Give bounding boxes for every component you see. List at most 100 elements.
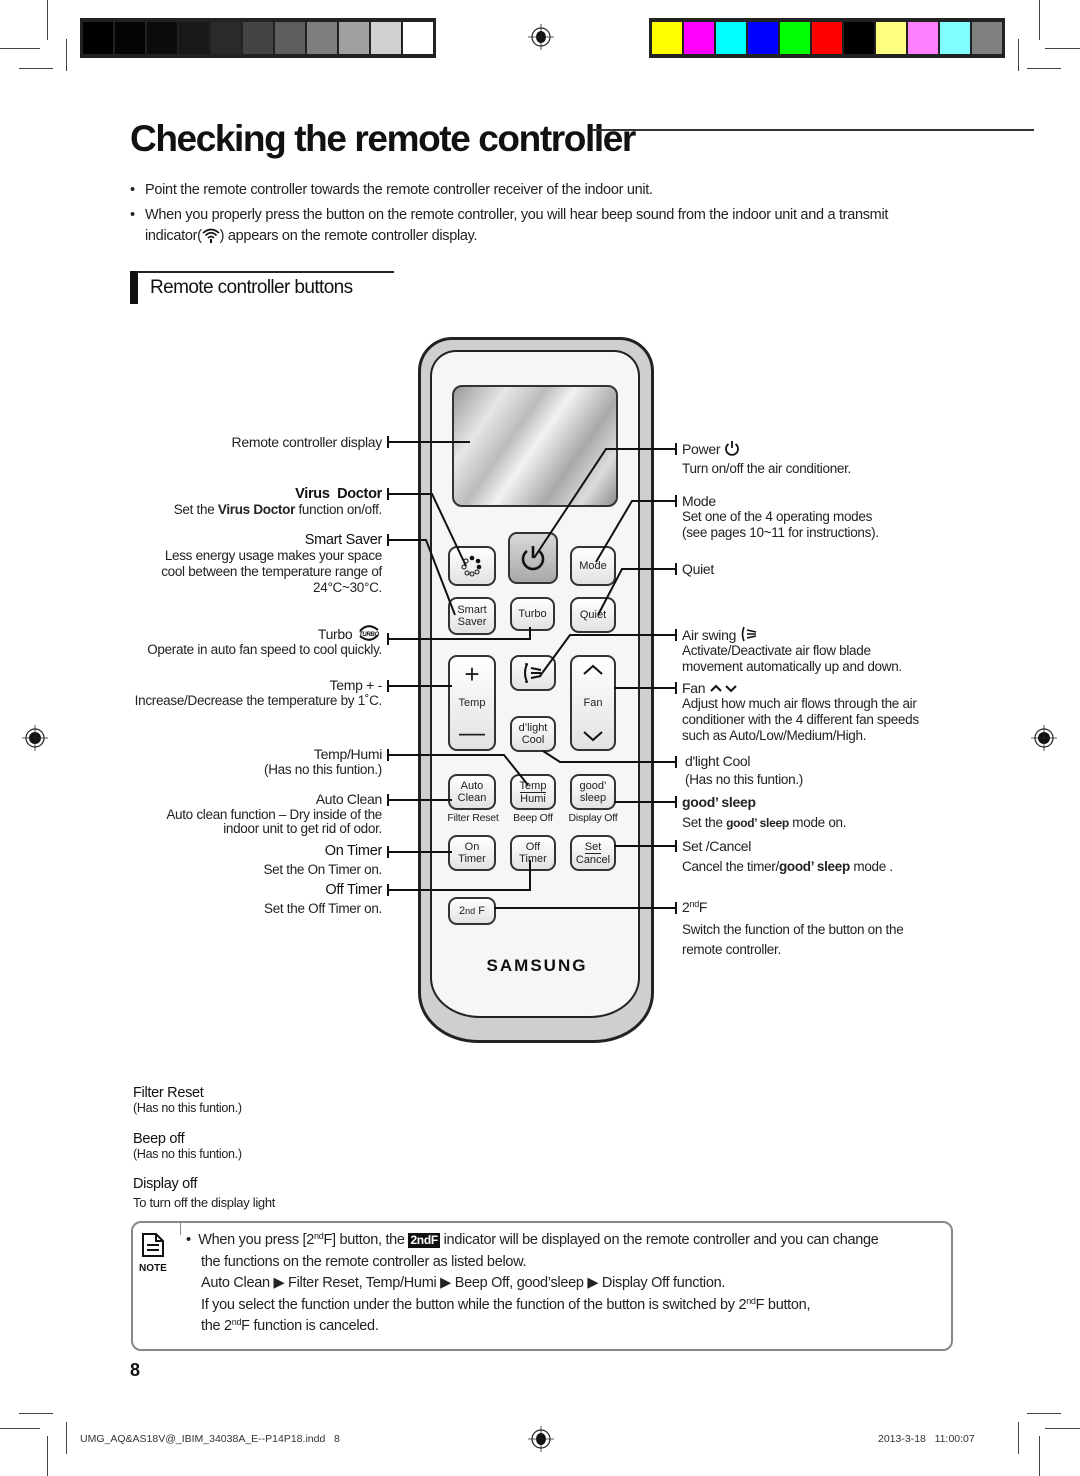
button-label-line: Smart: [457, 604, 487, 616]
label-air-swing: Air swing Activate/Deactivate air flow b…: [682, 626, 902, 675]
label-temp: Temp + - Increase/Decrease the temperatu…: [134, 677, 383, 709]
smart-saver-button[interactable]: Smart Saver: [448, 597, 496, 635]
button-label: F: [475, 905, 485, 917]
color-swatch: [876, 22, 906, 54]
label-display-off: Display off To turn off the display ligh…: [133, 1176, 275, 1210]
page-title: Checking the remote controller: [130, 118, 636, 159]
desc-bold: good’ sleep: [778, 859, 850, 874]
filter-reset-label: Filter Reset: [447, 812, 499, 824]
label-name: Remote controller display: [231, 434, 383, 450]
color-swatch: [716, 22, 746, 54]
temp-button[interactable]: + Temp —: [448, 655, 496, 751]
chevron-up-icon: [583, 664, 603, 675]
label-dlight-cool: d'light Cool (Has no this funtion.): [685, 753, 803, 788]
crop-mark: [19, 1413, 53, 1414]
label-turbo: Turbo TURBO Operate in auto fan speed to…: [147, 624, 382, 658]
turbo-button-label: Turbo: [518, 608, 547, 620]
bullet-dot: •: [130, 207, 135, 223]
note-line: • When you press [2ndF] button, the 2ndF…: [186, 1230, 946, 1252]
grayscale-calibration-bar: [80, 18, 436, 58]
color-swatch: [812, 22, 842, 54]
note-line: the functions on the remote controller a…: [201, 1253, 527, 1270]
note-sup: nd: [746, 1295, 756, 1306]
label-desc: Set the Off Timer on.: [263, 901, 382, 916]
label-off-timer: Off Timer Set the Off Timer on.: [264, 882, 382, 917]
registration-mark-icon: [22, 725, 48, 751]
good-sleep-button[interactable]: good’ sleep: [570, 774, 616, 810]
color-swatch: [940, 22, 970, 54]
dlight-cool-button[interactable]: d’light Cool: [510, 716, 556, 752]
color-swatch: [652, 22, 682, 54]
label-desc: (see pages 10~11 for instructions).: [682, 525, 879, 540]
color-swatch: [684, 22, 714, 54]
label-quiet: Quiet: [682, 561, 714, 577]
note-label: NOTE: [139, 1263, 167, 1274]
crop-mark: [47, 1436, 48, 1476]
color-swatch: [307, 22, 337, 54]
label-name: Set /Cancel: [682, 838, 752, 854]
desc-text: Cancel the timer/: [682, 859, 779, 874]
label-desc: Adjust how much air flows through the ai…: [682, 696, 917, 711]
label-desc: Less energy usage makes your space: [164, 548, 382, 563]
label-name: Mode: [682, 493, 716, 509]
crop-mark: [1018, 1422, 1019, 1454]
note-bullet: •: [186, 1232, 199, 1248]
button-label-line: Timer: [458, 853, 486, 865]
label-desc: indoor unit to get rid of odor.: [223, 821, 382, 836]
quiet-button[interactable]: Quiet: [570, 597, 616, 633]
crop-mark: [0, 48, 40, 49]
second-function-button[interactable]: 2nd F: [448, 897, 496, 925]
bullet-text: When you properly press the button on th…: [145, 207, 889, 223]
slug-timestamp: 2013-3-18 11:00:07: [878, 1433, 975, 1445]
label-name: Power: [682, 441, 721, 457]
label-name: Filter Reset: [133, 1085, 204, 1101]
turbo-button[interactable]: Turbo: [510, 597, 555, 631]
button-label-line: good’: [579, 780, 607, 792]
auto-clean-button[interactable]: Auto Clean: [448, 774, 496, 810]
label-name: Display off: [133, 1176, 198, 1192]
virus-doctor-icon: [461, 555, 482, 577]
air-swing-button[interactable]: [510, 655, 556, 691]
desc-text: Set the: [173, 502, 218, 517]
label-desc: Turn on/off the air conditioner.: [682, 461, 852, 476]
label-on-timer: On Timer Set the On Timer on.: [263, 843, 382, 878]
button-label-line: Timer: [519, 853, 547, 865]
mode-button[interactable]: Mode: [570, 546, 616, 586]
note-text-part: When you press [2: [198, 1232, 315, 1248]
label-name: Auto Clean: [315, 791, 383, 807]
button-label-line: sleep: [579, 792, 607, 804]
temp-humi-button[interactable]: Temp Humi: [510, 774, 556, 810]
label-name: Air swing: [682, 627, 737, 643]
label-desc: Increase/Decrease the temperature by 1˚C…: [134, 693, 383, 708]
crop-mark: [1027, 68, 1061, 69]
transmit-indicator-icon: [202, 227, 220, 243]
crop-mark: [0, 1428, 40, 1429]
svg-text:TURBO: TURBO: [359, 632, 379, 638]
set-cancel-button[interactable]: Set Cancel: [570, 835, 616, 871]
color-swatch: [371, 22, 401, 54]
off-timer-button[interactable]: Off Timer: [510, 835, 556, 871]
on-timer-button[interactable]: On Timer: [448, 835, 496, 871]
registration-mark-icon: [528, 24, 554, 50]
color-swatch: [972, 22, 1002, 54]
page-number: 8: [130, 1360, 141, 1380]
label-beep-off: Beep off (Has no this funtion.): [133, 1131, 242, 1161]
button-label-line: Off: [525, 841, 541, 853]
virus-doctor-button[interactable]: [448, 546, 496, 586]
label-name: F: [698, 899, 708, 915]
note-line: If you select the function under the but…: [201, 1295, 946, 1317]
label-name: Beep off: [133, 1131, 185, 1147]
label-temp-humi: Temp/Humi (Has no this funtion.): [264, 746, 382, 778]
label-name: Virus Doctor: [295, 486, 382, 502]
chevron-down-icon: [583, 731, 603, 742]
label-fan: Fan Adjust how much air flows through th…: [682, 680, 919, 744]
registration-mark-icon: [528, 1426, 554, 1452]
color-swatch: [275, 22, 305, 54]
fan-button[interactable]: Fan: [570, 655, 616, 751]
label-virus-doctor: Virus Doctor Set the Virus Doctor functi…: [173, 486, 383, 518]
power-button[interactable]: [508, 532, 558, 584]
color-calibration-bar: [649, 18, 1005, 58]
crop-mark: [1039, 0, 1040, 40]
label-smart-saver: Smart Saver Less energy usage makes your…: [161, 532, 382, 596]
bullet-text-pre: indicator(: [145, 228, 202, 244]
